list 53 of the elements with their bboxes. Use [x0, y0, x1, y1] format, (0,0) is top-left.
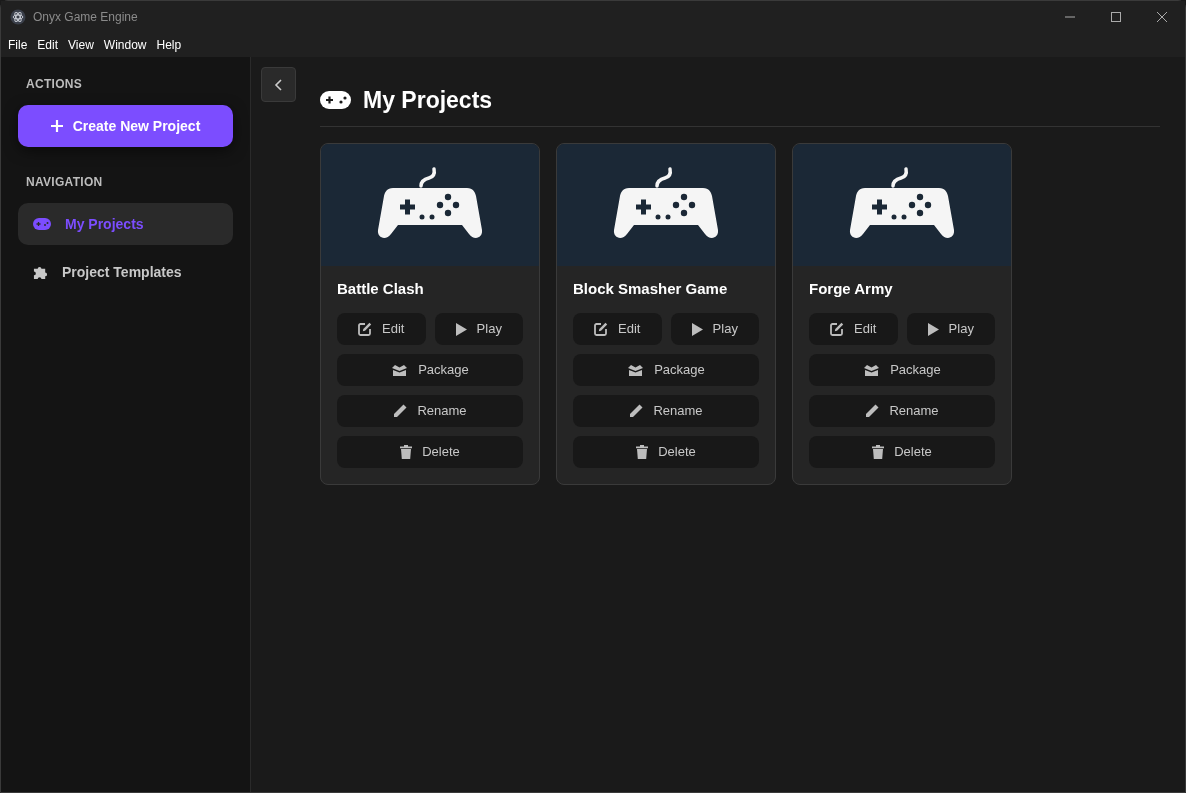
project-name: Forge Army: [809, 278, 894, 299]
section-heading: NAVIGATION: [26, 174, 104, 191]
page-title: My Projects: [363, 86, 493, 115]
menu-item[interactable]: File: [3, 36, 33, 54]
nav-item[interactable]: Project Templates: [18, 251, 233, 293]
package-button[interactable]: Package: [337, 354, 523, 386]
edit-icon: [594, 322, 609, 336]
rename-button[interactable]: Rename: [809, 395, 995, 427]
box-icon: [391, 363, 409, 377]
trash-icon: [400, 445, 413, 459]
box-icon: [627, 363, 645, 377]
project-name: Block Smasher Game: [573, 278, 729, 299]
gamepad-icon: [33, 218, 51, 230]
section-heading: ACTIONS: [26, 76, 84, 93]
project-name: Battle Clash: [337, 278, 425, 299]
chevron-left-icon: [273, 78, 284, 91]
window-title: Onyx Game Engine: [33, 9, 138, 26]
pencil-icon: [629, 404, 644, 418]
app-logo-icon: [10, 9, 26, 25]
plus-icon: [50, 120, 63, 132]
rename-button[interactable]: Rename: [337, 395, 523, 427]
rename-button[interactable]: Rename: [573, 395, 759, 427]
package-button[interactable]: Package: [573, 354, 759, 386]
edit-button[interactable]: Edit: [337, 313, 426, 345]
menu-item[interactable]: View: [63, 36, 99, 54]
pencil-icon: [865, 404, 880, 418]
maximize-icon: [1111, 12, 1121, 22]
edit-button[interactable]: Edit: [809, 313, 898, 345]
menu-item[interactable]: Help: [151, 36, 187, 54]
create-project-button[interactable]: Create New Project: [18, 105, 233, 147]
play-button[interactable]: Play: [434, 313, 523, 345]
edit-button[interactable]: Edit: [573, 313, 662, 345]
menu-item[interactable]: Window: [98, 36, 152, 54]
edit-icon: [358, 322, 373, 336]
box-icon: [863, 363, 881, 377]
play-icon: [455, 322, 467, 336]
trash-icon: [872, 445, 885, 459]
delete-button[interactable]: Delete: [337, 436, 523, 468]
edit-icon: [830, 322, 845, 336]
puzzle-piece-icon: [33, 264, 48, 280]
delete-button[interactable]: Delete: [809, 436, 995, 468]
play-icon: [691, 322, 703, 336]
close-icon: [1157, 12, 1167, 22]
trash-icon: [636, 445, 649, 459]
menu-item[interactable]: Edit: [32, 36, 64, 54]
delete-button[interactable]: Delete: [573, 436, 759, 468]
package-button[interactable]: Package: [809, 354, 995, 386]
gamepad-icon: [320, 90, 351, 111]
pencil-icon: [393, 404, 408, 418]
play-button[interactable]: Play: [906, 313, 995, 345]
collapse-sidebar-button[interactable]: [261, 67, 296, 102]
play-icon: [927, 322, 939, 336]
play-button[interactable]: Play: [670, 313, 759, 345]
